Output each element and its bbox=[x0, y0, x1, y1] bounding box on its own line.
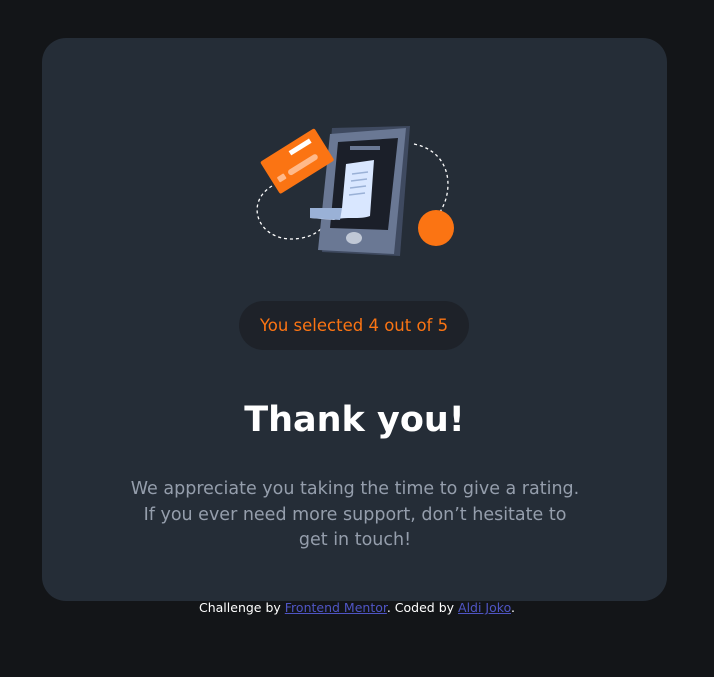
attribution-suffix: . bbox=[511, 600, 515, 615]
attribution-prefix: Challenge by bbox=[199, 600, 285, 615]
attribution-middle: . Coded by bbox=[386, 600, 459, 615]
message-line: We appreciate you taking the time to giv… bbox=[130, 479, 580, 499]
author-link[interactable]: Aldi Joko bbox=[458, 600, 511, 615]
selected-rating-badge: You selected 4 out of 5 bbox=[239, 301, 469, 350]
page-title: Thank you! bbox=[244, 400, 465, 440]
frontend-mentor-link[interactable]: Frontend Mentor bbox=[285, 600, 387, 615]
message-line: If you ever need more support, don’t hes… bbox=[143, 504, 567, 525]
phone-payment-illustration-icon bbox=[256, 126, 454, 256]
attribution: Challenge by Frontend Mentor. Coded by A… bbox=[0, 600, 714, 616]
thank-you-message: We appreciate you taking the time to giv… bbox=[124, 477, 586, 554]
message-line: get in touch! bbox=[298, 530, 412, 550]
